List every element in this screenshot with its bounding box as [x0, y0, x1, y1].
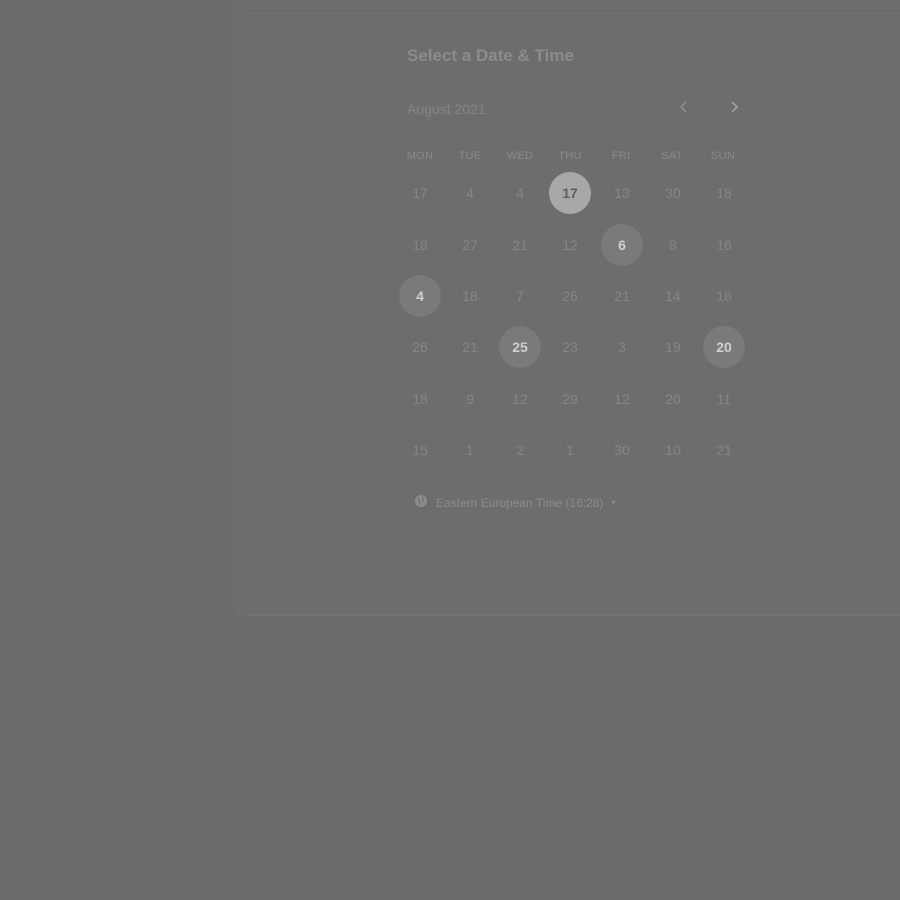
calendar-day: 1: [466, 442, 474, 458]
calendar-day: 18: [716, 288, 732, 304]
weekday-sun: SUN: [710, 150, 736, 162]
calendar-day-available[interactable]: 4: [399, 275, 441, 317]
globe-icon: [414, 494, 428, 511]
calendar-day: 12: [562, 237, 578, 253]
calendar-day: 16: [716, 237, 732, 253]
weekday-mon: MON: [406, 150, 434, 162]
calendar-day: 21: [716, 442, 732, 458]
calendar-day: 21: [462, 339, 478, 355]
chevron-right-icon: [727, 100, 741, 119]
calendar-day: 8: [669, 237, 677, 253]
calendar-day: 23: [562, 339, 578, 355]
calendar-day: 12: [614, 391, 630, 407]
calendar-day: 14: [665, 288, 681, 304]
calendar-day: 18: [412, 237, 428, 253]
next-month-button[interactable]: [722, 97, 746, 121]
calendar-day: 3: [618, 339, 626, 355]
weekday-thu: THU: [558, 150, 582, 162]
chevron-left-icon: [677, 100, 691, 119]
calendar-day: 10: [665, 442, 681, 458]
prev-month-button[interactable]: [672, 97, 696, 121]
calendar-day: 30: [665, 185, 681, 201]
calendar-day: 2: [516, 442, 524, 458]
timezone-selector[interactable]: Eastern European Time (16:28) ▾: [414, 494, 615, 511]
calendar-day-available[interactable]: 6: [601, 224, 643, 266]
calendar-day: 29: [562, 391, 578, 407]
calendar-day: 1: [566, 442, 574, 458]
calendar-day: 15: [412, 442, 428, 458]
calendar-day: 18: [716, 185, 732, 201]
chevron-down-icon: ▾: [611, 498, 616, 507]
weekday-tue: TUE: [458, 150, 482, 162]
page-title: Select a Date & Time: [407, 46, 574, 65]
timezone-label: Eastern European Time (16:28): [436, 495, 604, 510]
calendar-day: 17: [412, 185, 428, 201]
calendar-day: 11: [716, 391, 732, 407]
calendar-day: 21: [512, 237, 528, 253]
calendar-day: 19: [665, 339, 681, 355]
weekday-wed: WED: [506, 150, 534, 162]
calendar-day: 4: [516, 185, 524, 201]
calendar-day: 30: [614, 442, 630, 458]
weekday-fri: FRI: [611, 150, 631, 162]
calendar-day: 27: [462, 237, 478, 253]
month-label: August 2021: [407, 101, 486, 117]
calendar-day-selected[interactable]: 17: [549, 172, 591, 214]
calendar-day: 18: [462, 288, 478, 304]
calendar-day: 20: [665, 391, 681, 407]
calendar-day: 13: [614, 185, 630, 201]
weekday-sat: SAT: [661, 150, 683, 162]
calendar-day-available[interactable]: 20: [703, 326, 745, 368]
calendar-day: 4: [466, 185, 474, 201]
calendar-day-available[interactable]: 25: [499, 326, 541, 368]
calendar-day: 18: [412, 391, 428, 407]
calendar-day: 12: [512, 391, 528, 407]
calendar-day: 26: [412, 339, 428, 355]
calendar-day: 26: [562, 288, 578, 304]
card-divider: [242, 13, 900, 14]
calendar-day: 9: [466, 391, 474, 407]
calendar-day: 21: [614, 288, 630, 304]
calendar-day: 7: [516, 288, 524, 304]
